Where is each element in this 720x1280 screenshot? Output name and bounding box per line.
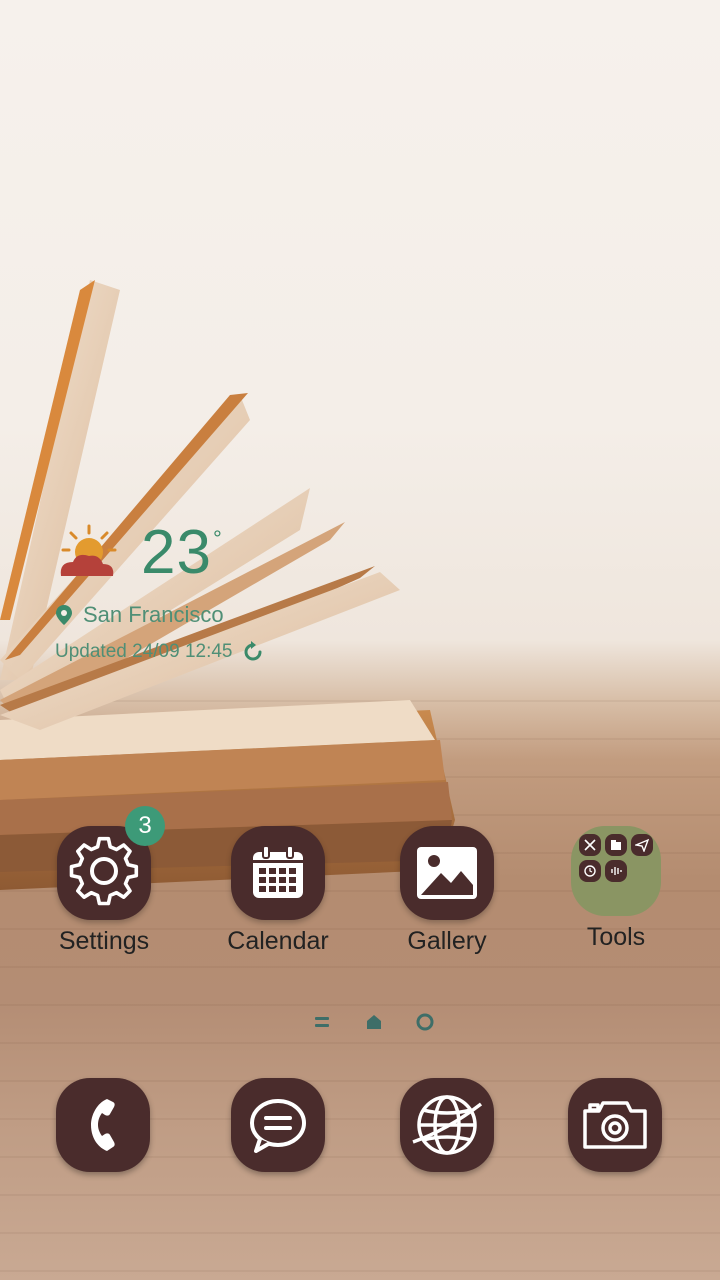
- notification-badge: 3: [125, 806, 165, 846]
- gallery-icon-tile[interactable]: [400, 826, 494, 920]
- updated-row: Updated 24/09 12:45: [55, 640, 265, 664]
- location-pin-icon: [56, 605, 72, 625]
- tool-app-icon: [579, 834, 601, 856]
- dock-camera[interactable]: [568, 1078, 662, 1172]
- dock-browser[interactable]: [400, 1078, 494, 1172]
- app-gallery[interactable]: Gallery: [377, 826, 517, 956]
- image-icon: [417, 847, 477, 899]
- app-calendar[interactable]: Calendar: [208, 826, 348, 956]
- weather-widget[interactable]: 23 ° San Francisco Updated 24/09 12:45: [55, 520, 315, 670]
- folder-icon[interactable]: [571, 826, 661, 916]
- folder-app-icon: [605, 834, 627, 856]
- app-label: Gallery: [407, 927, 487, 955]
- page-indicator[interactable]: [0, 1012, 720, 1036]
- calendar-icon-tile[interactable]: [231, 826, 325, 920]
- dock-messages[interactable]: [231, 1078, 325, 1172]
- app-label: Settings: [58, 927, 150, 955]
- message-icon: [250, 1099, 306, 1153]
- temperature: 23: [141, 518, 212, 587]
- phone-icon: [91, 1099, 115, 1151]
- location-label: San Francisco: [83, 602, 224, 627]
- settings-icon-tile[interactable]: 3: [57, 806, 165, 920]
- app-label: Calendar: [227, 927, 329, 955]
- app-settings[interactable]: 3 Settings: [34, 806, 174, 956]
- voice-app-icon: [605, 860, 627, 882]
- menu-page-icon[interactable]: [313, 1012, 331, 1032]
- dock-phone[interactable]: [56, 1078, 150, 1172]
- calendar-icon: [253, 845, 303, 898]
- temperature-unit: °: [213, 526, 222, 551]
- globe-icon: [412, 1095, 483, 1155]
- updated-label: Updated 24/09 12:45: [55, 641, 233, 662]
- app-tools-folder[interactable]: Tools: [546, 826, 686, 952]
- refresh-icon[interactable]: [241, 640, 265, 664]
- gear-icon: [69, 836, 139, 906]
- page-dot-icon[interactable]: [415, 1012, 435, 1032]
- home-page-icon[interactable]: [365, 1012, 383, 1032]
- app-label: Tools: [586, 923, 646, 951]
- location-row: San Francisco: [55, 602, 224, 628]
- clock-app-icon: [579, 860, 601, 882]
- partly-cloudy-sun-icon: [60, 524, 117, 576]
- send-app-icon: [631, 834, 653, 856]
- camera-icon: [583, 1101, 647, 1149]
